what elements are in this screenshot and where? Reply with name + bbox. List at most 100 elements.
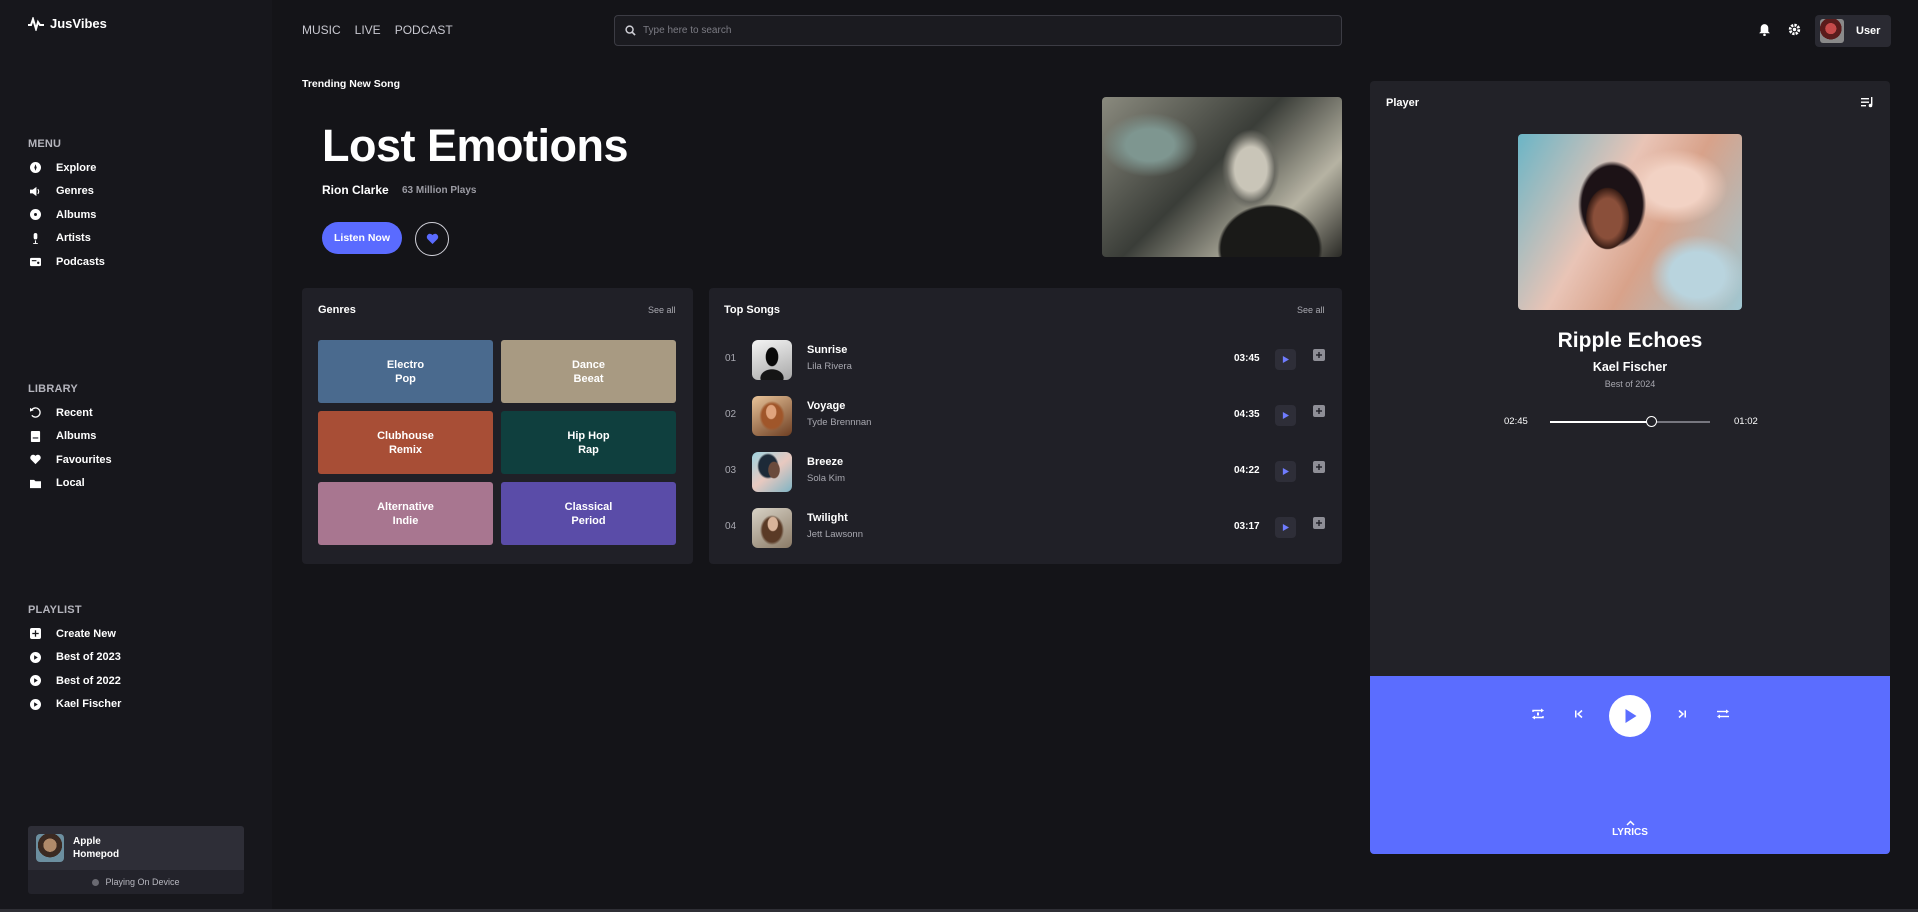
sidebar-item-local[interactable]: Local bbox=[28, 472, 248, 496]
table-row[interactable]: 03 Breeze Sola Kim 04:22 bbox=[724, 450, 1344, 494]
top-nav-live[interactable]: LIVE bbox=[355, 23, 381, 37]
add-to-playlist-button[interactable] bbox=[1313, 461, 1325, 473]
queue-icon[interactable] bbox=[1861, 97, 1874, 108]
seek-handle[interactable] bbox=[1645, 416, 1657, 427]
sidebar-item-label: Artists bbox=[56, 232, 91, 245]
shuffle-icon[interactable] bbox=[1716, 707, 1730, 721]
sidebar-item-best-of-2023[interactable]: Best of 2023 bbox=[28, 646, 248, 670]
speaker-icon bbox=[28, 184, 42, 198]
genre-dance-beeat[interactable]: Dance Beeat bbox=[501, 340, 676, 403]
history-icon bbox=[28, 406, 42, 420]
genres-see-all-link[interactable]: See all bbox=[648, 305, 676, 315]
plus-icon bbox=[1316, 352, 1322, 358]
play-icon bbox=[1282, 356, 1289, 363]
genre-alternative-indie[interactable]: Alternative Indie bbox=[318, 482, 493, 545]
sidebar-item-library-albums[interactable]: Albums bbox=[28, 425, 248, 449]
add-to-playlist-button[interactable] bbox=[1313, 405, 1325, 417]
top-nav-podcast[interactable]: PODCAST bbox=[395, 23, 453, 37]
sidebar-item-explore[interactable]: Explore bbox=[28, 156, 248, 180]
status-dot-icon bbox=[92, 878, 100, 886]
sidebar-item-best-of-2022[interactable]: Best of 2022 bbox=[28, 669, 248, 693]
sidebar-item-artists[interactable]: Artists bbox=[28, 227, 248, 251]
genre-label: Electro Pop bbox=[386, 358, 425, 385]
user-menu[interactable]: User bbox=[1815, 15, 1891, 47]
sidebar-item-podcasts[interactable]: Podcasts bbox=[28, 250, 248, 274]
chevron-up-icon bbox=[1625, 820, 1635, 826]
song-play-button[interactable] bbox=[1275, 461, 1296, 482]
device-card[interactable]: Apple Homepod Playing On Device bbox=[28, 826, 244, 894]
add-to-playlist-button[interactable] bbox=[1313, 517, 1325, 529]
player-title: Player bbox=[1386, 97, 1420, 109]
menu-list: Explore Genres Albums Artists Podcasts bbox=[28, 156, 248, 274]
song-play-button[interactable] bbox=[1275, 517, 1296, 538]
sidebar-item-label: Genres bbox=[56, 185, 94, 198]
sidebar-item-albums[interactable]: Albums bbox=[28, 203, 248, 227]
gear-icon[interactable] bbox=[1788, 23, 1801, 36]
song-title: Sunrise bbox=[807, 344, 848, 356]
seek-progress bbox=[1550, 421, 1651, 423]
song-duration: 03:17 bbox=[1234, 521, 1260, 532]
bell-icon[interactable] bbox=[1758, 23, 1771, 36]
explore-icon bbox=[28, 161, 42, 175]
sidebar-item-label: Best of 2023 bbox=[56, 651, 121, 664]
next-icon[interactable] bbox=[1675, 707, 1689, 721]
track-artist[interactable]: Kael Fischer bbox=[1370, 360, 1890, 374]
play-circle-icon bbox=[28, 674, 42, 688]
song-play-button[interactable] bbox=[1275, 349, 1296, 370]
genre-electro-pop[interactable]: Electro Pop bbox=[318, 340, 493, 403]
hero-title: Lost Emotions bbox=[322, 120, 629, 171]
add-to-playlist-button[interactable] bbox=[1313, 349, 1325, 361]
genre-label: Alternative Indie bbox=[377, 500, 434, 527]
folder-icon bbox=[28, 476, 42, 490]
track-album: Best of 2024 bbox=[1604, 379, 1656, 389]
sidebar-item-label: Create New bbox=[56, 627, 116, 640]
album-icon bbox=[28, 429, 42, 443]
app-name: JusVibes bbox=[50, 16, 107, 31]
now-playing-artwork bbox=[1518, 134, 1742, 310]
song-thumbnail bbox=[752, 396, 792, 436]
play-icon bbox=[1625, 709, 1636, 723]
top-nav-music[interactable]: MUSIC bbox=[302, 23, 341, 37]
genre-clubhouse-remix[interactable]: Clubhouse Remix bbox=[318, 411, 493, 474]
plus-icon bbox=[1316, 408, 1322, 414]
sidebar-item-label: Albums bbox=[56, 208, 97, 221]
playlist-section-title: PLAYLIST bbox=[28, 604, 82, 616]
hero-plays: 63 Million Plays bbox=[402, 185, 477, 196]
table-row[interactable]: 04 Twilight Jett Lawsonn 03:17 bbox=[724, 506, 1344, 550]
sidebar-item-label: Local bbox=[56, 477, 85, 490]
seek-bar[interactable] bbox=[1550, 416, 1710, 427]
listen-now-button[interactable]: Listen Now bbox=[322, 222, 402, 254]
sidebar-item-create-new[interactable]: Create New bbox=[28, 622, 248, 646]
library-section-title: LIBRARY bbox=[28, 383, 78, 395]
genres-title: Genres bbox=[318, 304, 356, 316]
song-number: 04 bbox=[725, 521, 737, 532]
repeat-icon[interactable] bbox=[1531, 707, 1545, 721]
genre-classical-period[interactable]: Classical Period bbox=[501, 482, 676, 545]
play-pause-button[interactable] bbox=[1609, 695, 1651, 737]
table-row[interactable]: 01 Sunrise Lila Rivera 03:45 bbox=[724, 338, 1344, 382]
lyrics-label: LYRICS bbox=[1612, 827, 1648, 838]
table-row[interactable]: 02 Voyage Tyde Brennnan 04:35 bbox=[724, 394, 1344, 438]
hero-artist[interactable]: Rion Clarke bbox=[322, 183, 389, 197]
search-icon bbox=[625, 25, 636, 36]
sidebar-item-label: Recent bbox=[56, 406, 93, 419]
trending-label: Trending New Song bbox=[302, 78, 401, 90]
song-duration: 03:45 bbox=[1234, 353, 1260, 364]
genre-label: Hip Hop Rap bbox=[567, 429, 610, 456]
sidebar-item-genres[interactable]: Genres bbox=[28, 180, 248, 204]
sidebar-item-recent[interactable]: Recent bbox=[28, 401, 248, 425]
sidebar-item-kael-fischer[interactable]: Kael Fischer bbox=[28, 693, 248, 717]
search-input[interactable] bbox=[643, 25, 1323, 36]
previous-icon[interactable] bbox=[1572, 707, 1586, 721]
lyrics-button[interactable]: LYRICS bbox=[1600, 820, 1660, 838]
song-artist: Jett Lawsonn bbox=[807, 529, 863, 540]
sidebar-item-label: Podcasts bbox=[56, 255, 105, 268]
song-thumbnail bbox=[752, 340, 792, 380]
app-logo[interactable]: JusVibes bbox=[28, 16, 107, 31]
sidebar-item-favourites[interactable]: Favourites bbox=[28, 448, 248, 472]
favorite-button[interactable] bbox=[415, 222, 449, 256]
genre-label: Dance Beeat bbox=[571, 358, 606, 385]
top-songs-see-all-link[interactable]: See all bbox=[1297, 305, 1325, 315]
genre-hip-hop-rap[interactable]: Hip Hop Rap bbox=[501, 411, 676, 474]
song-play-button[interactable] bbox=[1275, 405, 1296, 426]
